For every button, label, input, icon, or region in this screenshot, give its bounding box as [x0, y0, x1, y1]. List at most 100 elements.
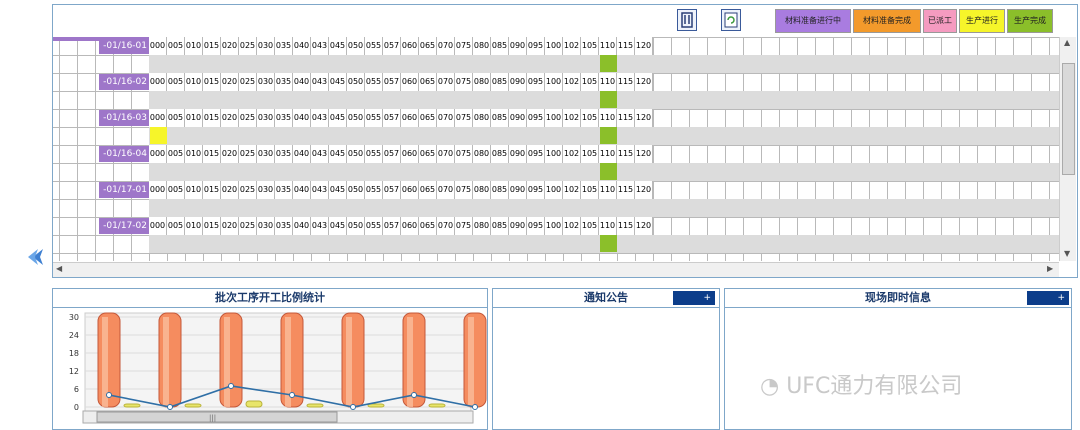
operation-cell[interactable]: 005 — [167, 37, 185, 55]
operation-cell[interactable]: 040 — [293, 181, 311, 199]
batch-row-label[interactable]: -01/16-03 — [99, 110, 149, 126]
scroll-left-icon[interactable]: ◀ — [56, 264, 62, 273]
scroll-right-icon[interactable]: ▶ — [1047, 264, 1053, 273]
operation-cell[interactable]: 080 — [473, 217, 491, 235]
operation-cell[interactable]: 015 — [203, 145, 221, 163]
operation-cell[interactable]: 010 — [185, 217, 203, 235]
operation-cell[interactable]: 060 — [401, 73, 419, 91]
operation-cell[interactable]: 025 — [239, 217, 257, 235]
operation-cell[interactable]: 095 — [527, 109, 545, 127]
operation-cell[interactable]: 065 — [419, 37, 437, 55]
notice-more-button[interactable]: + — [673, 291, 715, 305]
operation-cell[interactable]: 075 — [455, 73, 473, 91]
operation-cell[interactable]: 040 — [293, 73, 311, 91]
operation-cell[interactable]: 015 — [203, 181, 221, 199]
operation-cell[interactable]: 085 — [491, 217, 509, 235]
operation-cell[interactable]: 000 — [149, 73, 167, 91]
operation-cell[interactable]: 043 — [311, 73, 329, 91]
clip-icon[interactable] — [677, 9, 697, 31]
onsite-more-button[interactable]: + — [1027, 291, 1069, 305]
operation-cell[interactable]: 110 — [599, 109, 617, 127]
operation-cell[interactable]: 045 — [329, 37, 347, 55]
operation-cell[interactable]: 105 — [581, 37, 599, 55]
operation-cell[interactable]: 075 — [455, 217, 473, 235]
operation-cell[interactable]: 120 — [635, 217, 653, 235]
operation-cell[interactable]: 015 — [203, 217, 221, 235]
operation-cell[interactable]: 100 — [545, 73, 563, 91]
operation-cell[interactable]: 025 — [239, 145, 257, 163]
operation-cell[interactable]: 100 — [545, 109, 563, 127]
operation-cell[interactable]: 030 — [257, 181, 275, 199]
vertical-scrollbar[interactable]: ▲ ▼ — [1059, 37, 1076, 261]
operation-cell[interactable]: 000 — [149, 145, 167, 163]
operation-cell[interactable]: 085 — [491, 73, 509, 91]
operation-cell[interactable]: 020 — [221, 37, 239, 55]
operation-cell[interactable]: 057 — [383, 145, 401, 163]
operation-cell[interactable]: 000 — [149, 109, 167, 127]
operation-cell[interactable]: 035 — [275, 73, 293, 91]
operation-cell[interactable]: 010 — [185, 37, 203, 55]
operation-cell[interactable]: 115 — [617, 109, 635, 127]
operation-cell[interactable]: 055 — [365, 145, 383, 163]
operation-cell[interactable]: 075 — [455, 37, 473, 55]
operation-cell[interactable]: 040 — [293, 109, 311, 127]
operation-cell[interactable]: 060 — [401, 145, 419, 163]
operation-cell[interactable]: 110 — [599, 145, 617, 163]
operation-cell[interactable]: 065 — [419, 73, 437, 91]
operation-cell[interactable]: 030 — [257, 37, 275, 55]
operation-cell[interactable]: 080 — [473, 145, 491, 163]
operation-cell[interactable]: 020 — [221, 73, 239, 91]
operation-cell[interactable]: 065 — [419, 145, 437, 163]
operation-cell[interactable]: 043 — [311, 109, 329, 127]
operation-cell[interactable]: 120 — [635, 73, 653, 91]
operation-cell[interactable]: 005 — [167, 217, 185, 235]
operation-cell[interactable]: 030 — [257, 73, 275, 91]
operation-cell[interactable]: 095 — [527, 181, 545, 199]
operation-cell[interactable]: 055 — [365, 217, 383, 235]
operation-cell[interactable]: 043 — [311, 37, 329, 55]
operation-cell[interactable]: 065 — [419, 217, 437, 235]
operation-cell[interactable]: 010 — [185, 145, 203, 163]
operation-cell[interactable]: 095 — [527, 145, 545, 163]
batch-row-label[interactable]: -01/16-02 — [99, 74, 149, 90]
operation-cell[interactable]: 030 — [257, 109, 275, 127]
operation-cell[interactable]: 015 — [203, 109, 221, 127]
operation-cell[interactable]: 000 — [149, 181, 167, 199]
operation-cell[interactable]: 115 — [617, 145, 635, 163]
operation-cell[interactable]: 100 — [545, 181, 563, 199]
vertical-scroll-thumb[interactable] — [1062, 63, 1075, 175]
operation-cell[interactable]: 045 — [329, 181, 347, 199]
operation-cell[interactable]: 080 — [473, 109, 491, 127]
operation-cell[interactable]: 035 — [275, 217, 293, 235]
operation-cell[interactable]: 080 — [473, 37, 491, 55]
operation-cell[interactable]: 050 — [347, 109, 365, 127]
operation-cell[interactable]: 095 — [527, 37, 545, 55]
batch-row-label[interactable]: -01/17-02 — [99, 218, 149, 234]
operation-cell[interactable]: 020 — [221, 109, 239, 127]
operation-cell[interactable]: 090 — [509, 145, 527, 163]
nav-left-arrow-icon[interactable] — [27, 247, 49, 267]
operation-cell[interactable]: 080 — [473, 181, 491, 199]
operation-cell[interactable]: 015 — [203, 73, 221, 91]
operation-cell[interactable]: 065 — [419, 109, 437, 127]
operation-cell[interactable]: 035 — [275, 181, 293, 199]
operation-cell[interactable]: 025 — [239, 73, 257, 91]
operation-cell[interactable]: 000 — [149, 37, 167, 55]
operation-cell[interactable]: 115 — [617, 73, 635, 91]
operation-cell[interactable]: 015 — [203, 37, 221, 55]
operation-cell[interactable]: 050 — [347, 73, 365, 91]
operation-cell[interactable]: 120 — [635, 181, 653, 199]
operation-cell[interactable]: 005 — [167, 109, 185, 127]
line-point[interactable] — [411, 392, 417, 398]
operation-cell[interactable]: 105 — [581, 181, 599, 199]
operation-cell[interactable]: 102 — [563, 145, 581, 163]
operation-cell[interactable]: 030 — [257, 217, 275, 235]
operation-cell[interactable]: 057 — [383, 37, 401, 55]
operation-cell[interactable]: 090 — [509, 181, 527, 199]
batch-row-label[interactable]: -01/16-01 — [99, 38, 149, 54]
operation-cell[interactable]: 120 — [635, 37, 653, 55]
operation-cell[interactable]: 085 — [491, 181, 509, 199]
bar-secondary[interactable] — [428, 403, 446, 408]
status-cell-marker[interactable] — [600, 127, 617, 144]
operation-cell[interactable]: 045 — [329, 109, 347, 127]
